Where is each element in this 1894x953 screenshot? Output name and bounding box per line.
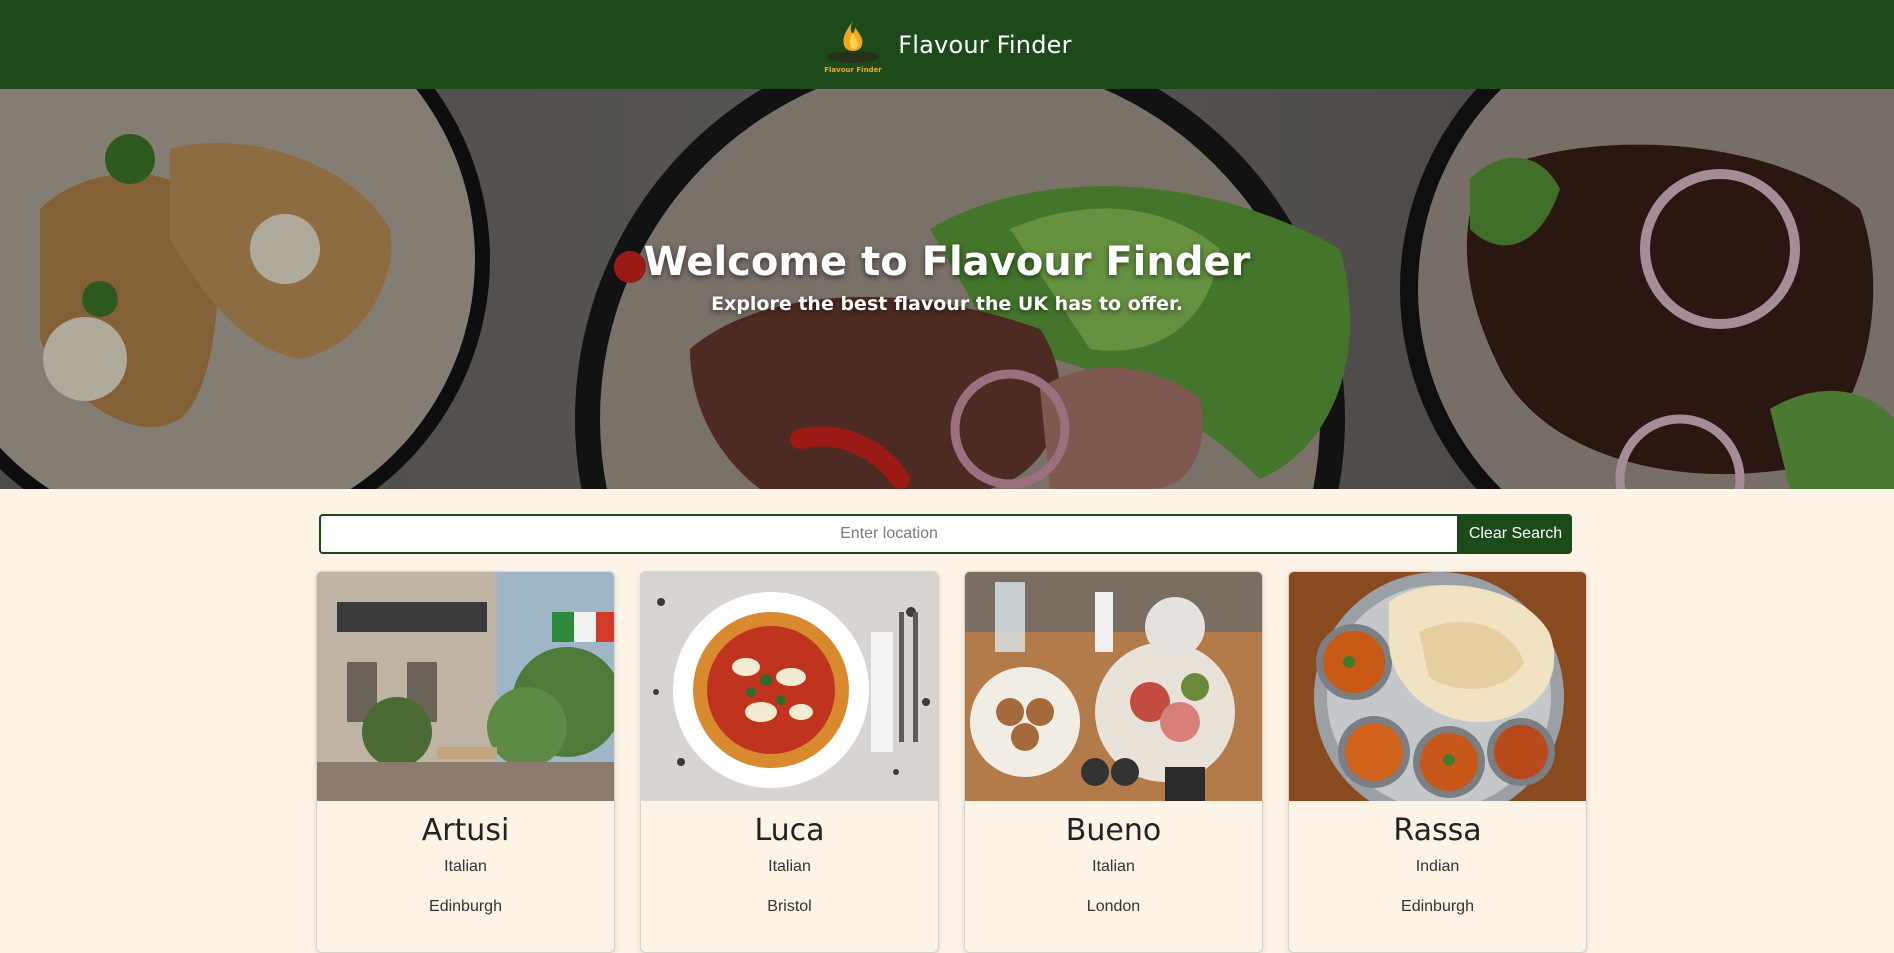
hero-banner: Welcome to Flavour Finder Explore the be… (0, 89, 1894, 489)
restaurant-name: Luca (754, 813, 825, 848)
restaurant-image (641, 572, 938, 801)
restaurant-image (965, 572, 1262, 801)
restaurant-card[interactable]: Artusi Italian Edinburgh (316, 571, 615, 953)
brand-title[interactable]: Flavour Finder (898, 31, 1071, 59)
restaurant-city: Edinburgh (1401, 898, 1474, 915)
hero-title: Welcome to Flavour Finder (643, 239, 1251, 285)
restaurant-city: Bristol (767, 898, 812, 915)
flame-logo-icon[interactable]: Flavour Finder (822, 13, 884, 77)
search-bar: Clear Search (319, 514, 1572, 554)
restaurant-cuisine: Indian (1415, 858, 1460, 875)
restaurant-city: Edinburgh (429, 898, 502, 915)
restaurant-card[interactable]: Bueno Italian London (964, 571, 1263, 953)
restaurant-card-grid: Artusi Italian Edinburgh Luca Italian Br… (316, 571, 1587, 953)
restaurant-city: London (1086, 898, 1141, 915)
restaurant-name: Bueno (1065, 813, 1162, 848)
restaurant-name: Rassa (1393, 813, 1482, 848)
location-search-input[interactable] (319, 514, 1459, 554)
restaurant-image (1289, 572, 1586, 801)
svg-text:Flavour Finder: Flavour Finder (825, 66, 883, 74)
restaurant-card[interactable]: Luca Italian Bristol (640, 571, 939, 953)
restaurant-name: Artusi (421, 813, 510, 848)
site-header: Flavour Finder Flavour Finder (0, 0, 1894, 89)
restaurant-card[interactable]: Rassa Indian Edinburgh (1288, 571, 1587, 953)
clear-search-button[interactable]: Clear Search (1459, 514, 1572, 554)
restaurant-image (317, 572, 614, 801)
restaurant-cuisine: Italian (444, 858, 487, 875)
restaurant-cuisine: Italian (1092, 858, 1135, 875)
restaurant-cuisine: Italian (768, 858, 811, 875)
hero-subtitle: Explore the best flavour the UK has to o… (711, 293, 1183, 315)
